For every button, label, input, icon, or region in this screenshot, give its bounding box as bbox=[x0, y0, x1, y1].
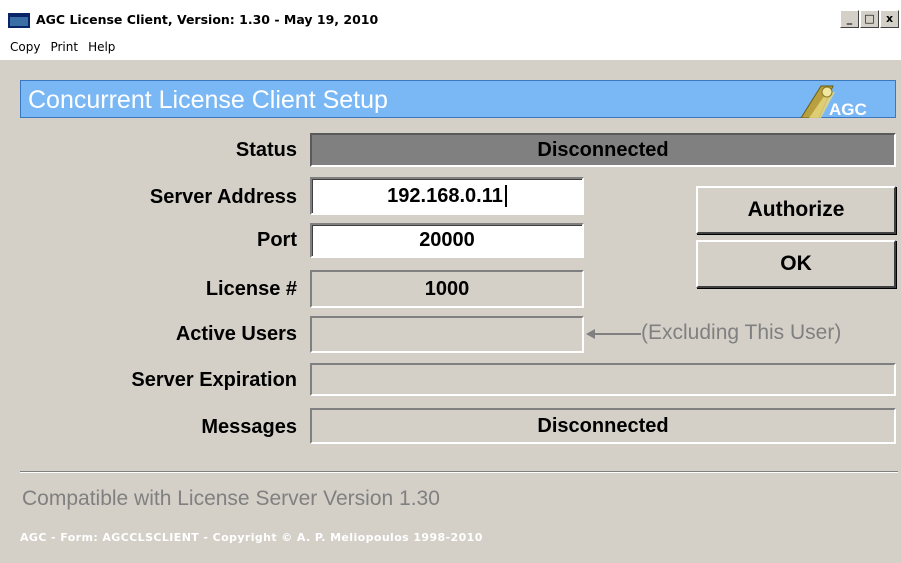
server-address-input[interactable]: 192.168.0.11 bbox=[310, 177, 584, 215]
server-expiration-field bbox=[310, 363, 896, 396]
window-controls: _ □ x bbox=[840, 10, 899, 30]
status-label: Status bbox=[235, 139, 297, 161]
active-users-label: Active Users bbox=[175, 323, 297, 345]
header-band: Concurrent License Client Setup AGC bbox=[20, 80, 896, 118]
divider bbox=[20, 471, 898, 473]
agc-logo: AGC bbox=[800, 85, 867, 118]
maximize-button[interactable]: □ bbox=[860, 10, 879, 28]
text-cursor bbox=[504, 185, 507, 207]
license-field: 1000 bbox=[310, 270, 584, 308]
compatibility-text: Compatible with License Server Version 1… bbox=[22, 487, 440, 510]
ok-button[interactable]: OK bbox=[696, 240, 896, 288]
server-address-label: Server Address bbox=[149, 186, 297, 208]
messages-field: Disconnected bbox=[310, 408, 896, 444]
window-icon bbox=[8, 13, 30, 28]
left-arrow-icon bbox=[586, 329, 641, 339]
menu-help[interactable]: Help bbox=[88, 36, 115, 60]
port-label: Port bbox=[257, 229, 297, 251]
page-title: Concurrent License Client Setup bbox=[28, 86, 388, 114]
menu-bar: Copy Print Help bbox=[0, 36, 901, 60]
messages-label: Messages bbox=[201, 416, 297, 438]
window-title: AGC License Client, Version: 1.30 - May … bbox=[36, 12, 379, 27]
active-users-note: (Excluding This User) bbox=[641, 321, 842, 344]
logo-text: AGC bbox=[829, 100, 867, 118]
copyright-text: AGC - Form: AGCCLSCLIENT - Copyright © A… bbox=[20, 531, 483, 544]
port-input[interactable]: 20000 bbox=[310, 223, 584, 258]
minimize-button[interactable]: _ bbox=[840, 10, 859, 28]
menu-print[interactable]: Print bbox=[50, 36, 78, 60]
server-address-value: 192.168.0.11 bbox=[387, 184, 503, 207]
title-bar[interactable]: AGC License Client, Version: 1.30 - May … bbox=[0, 0, 901, 36]
close-button[interactable]: x bbox=[880, 10, 899, 28]
license-label: License # bbox=[205, 278, 297, 300]
status-field: Disconnected bbox=[310, 133, 896, 167]
active-users-field bbox=[310, 316, 584, 353]
menu-copy[interactable]: Copy bbox=[10, 36, 40, 60]
server-expiration-label: Server Expiration bbox=[131, 369, 297, 391]
authorize-button[interactable]: Authorize bbox=[696, 186, 896, 234]
